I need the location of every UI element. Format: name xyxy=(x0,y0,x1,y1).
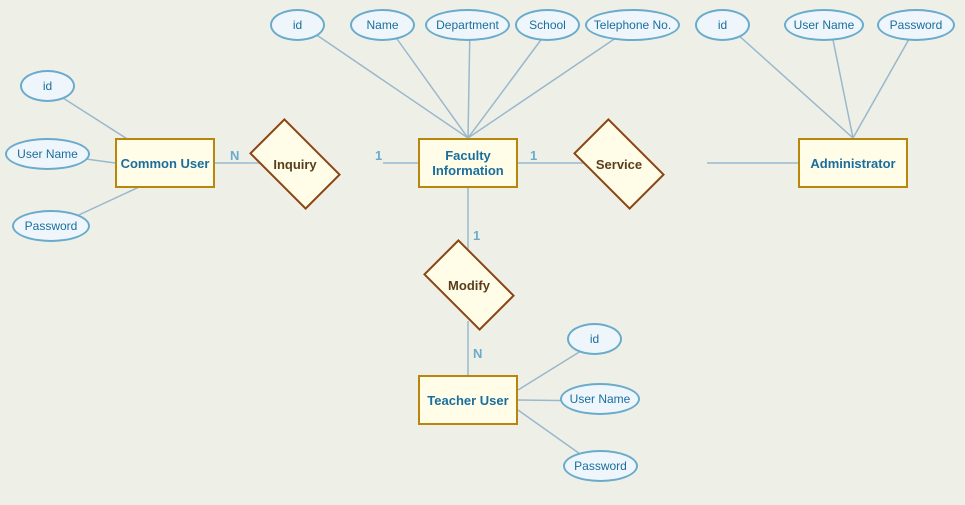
cardinality-n1: N xyxy=(230,148,239,163)
attr-adm-id: id xyxy=(695,9,750,41)
connections-svg xyxy=(0,0,965,505)
attr-tu-password: Password xyxy=(563,450,638,482)
cardinality-1c: 1 xyxy=(473,228,480,243)
attr-cu-username: User Name xyxy=(5,138,90,170)
attr-fi-school: School xyxy=(515,9,580,41)
attr-cu-id: id xyxy=(20,70,75,102)
relationship-service[interactable]: Service xyxy=(574,136,664,192)
diagram-container: Common User Faculty Information Administ… xyxy=(0,0,965,505)
attr-fi-id: id xyxy=(270,9,325,41)
attr-fi-telephone: Telephone No. xyxy=(585,9,680,41)
attr-adm-password: Password xyxy=(877,9,955,41)
attr-adm-username: User Name xyxy=(784,9,864,41)
attr-tu-username: User Name xyxy=(560,383,640,415)
cardinality-1b: 1 xyxy=(530,148,537,163)
entity-teacher-user[interactable]: Teacher User xyxy=(418,375,518,425)
relationship-modify[interactable]: Modify xyxy=(424,257,514,313)
cardinality-n2: N xyxy=(473,346,482,361)
attr-fi-name: Name xyxy=(350,9,415,41)
entity-administrator[interactable]: Administrator xyxy=(798,138,908,188)
entity-faculty-info[interactable]: Faculty Information xyxy=(418,138,518,188)
entity-common-user[interactable]: Common User xyxy=(115,138,215,188)
attr-tu-id: id xyxy=(567,323,622,355)
relationship-inquiry[interactable]: Inquiry xyxy=(250,136,340,192)
cardinality-1a: 1 xyxy=(375,148,382,163)
attr-fi-department: Department xyxy=(425,9,510,41)
attr-cu-password: Password xyxy=(12,210,90,242)
